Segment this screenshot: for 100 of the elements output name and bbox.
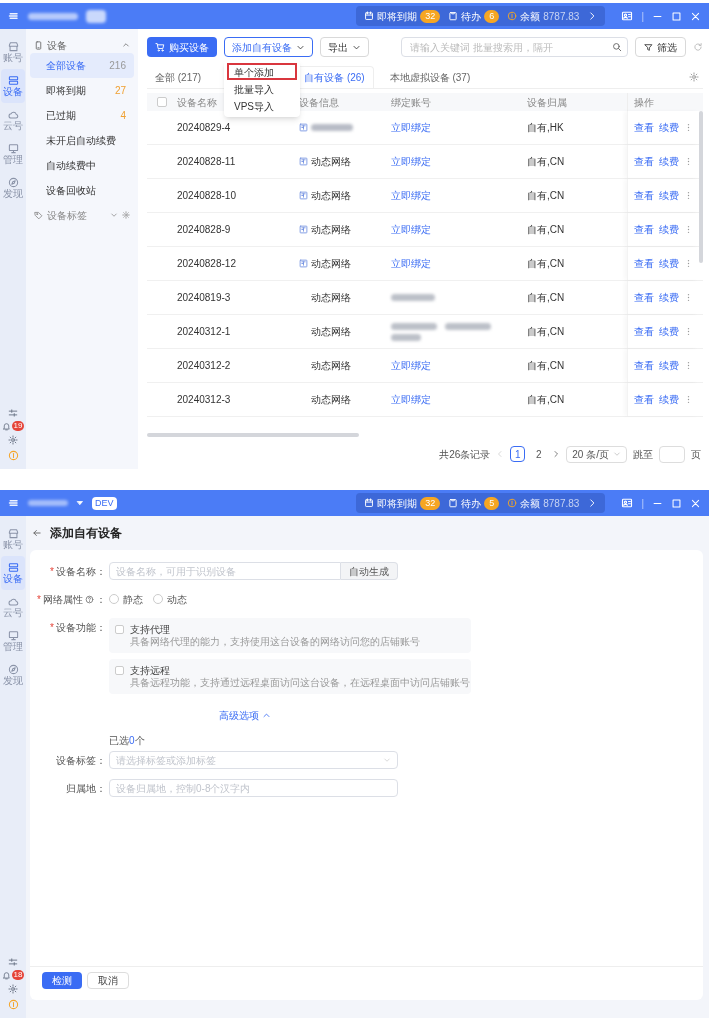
- menu-item[interactable]: 单个添加: [227, 63, 297, 80]
- export-dropdown[interactable]: 导出: [320, 37, 369, 57]
- renew-link[interactable]: 续费: [659, 324, 679, 339]
- page-button[interactable]: 2: [531, 446, 547, 462]
- table-cell-text: 动态网络: [311, 291, 351, 305]
- table-cell: 自有,CN: [527, 326, 565, 337]
- table-cell-text: 动态网络: [311, 189, 351, 203]
- rail-item[interactable]: 设备: [1, 556, 25, 590]
- balance-amount: 8787.83: [543, 9, 580, 24]
- bind-link[interactable]: 立即绑定: [391, 358, 527, 373]
- check-button[interactable]: 检测: [42, 972, 82, 989]
- view-link[interactable]: 查看: [634, 120, 654, 135]
- table-cell-text: 动态网络: [311, 393, 351, 407]
- tab[interactable]: 本地虚拟设备 (37): [381, 66, 479, 88]
- column-header: 设备信息: [299, 95, 339, 110]
- renew-link[interactable]: 续费: [659, 256, 679, 271]
- auto-generate-button[interactable]: 自动生成: [341, 562, 398, 580]
- table-cell: 20240819-3: [177, 292, 231, 303]
- table-cell: 自有,HK: [527, 122, 564, 133]
- add-device-dropdown[interactable]: 添加自有设备: [224, 37, 313, 57]
- page-title: 添加自有设备: [50, 525, 122, 542]
- sidebar-item[interactable]: 全部设备 216: [30, 53, 134, 78]
- record-count: 共26条记录: [439, 447, 491, 462]
- rail-item[interactable]: 管理: [1, 137, 25, 171]
- label-colon: ：: [96, 592, 106, 607]
- table-cell-text: 动态网络: [311, 325, 351, 339]
- view-link[interactable]: 查看: [634, 290, 654, 305]
- table-cell: 20240828-10: [177, 190, 236, 201]
- rail-item[interactable]: 发现: [1, 171, 25, 205]
- rail-item[interactable]: 云号: [1, 103, 25, 137]
- column-header: 操作: [634, 95, 654, 110]
- sidebar-group[interactable]: 设备标签: [30, 207, 134, 223]
- sidebar-item[interactable]: 自动续费中: [30, 153, 134, 178]
- option-card[interactable]: 支持远程 具备远程功能，支持通过远程桌面访问这台设备，在远程桌面中访问店铺账号: [109, 659, 471, 694]
- field-label: 设备功能：: [56, 620, 106, 635]
- selected-count: 已选0个: [109, 734, 146, 748]
- status-label: 待办: [461, 9, 482, 24]
- page-button[interactable]: 1: [510, 446, 526, 462]
- table-cell: 自有,CN: [527, 394, 565, 405]
- menu-item[interactable]: VPS导入: [227, 97, 297, 114]
- table-cell-text: 动态网络: [311, 223, 351, 237]
- bind-link[interactable]: 立即绑定: [391, 154, 527, 169]
- view-link[interactable]: 查看: [634, 154, 654, 169]
- item-count: 216: [109, 59, 126, 73]
- view-link[interactable]: 查看: [634, 392, 654, 407]
- status-label: 即将到期: [377, 9, 418, 24]
- sidebar-item[interactable]: 已过期 4: [30, 103, 134, 128]
- rail-item[interactable]: 发现: [1, 658, 25, 692]
- bind-link[interactable]: 立即绑定: [391, 256, 527, 271]
- sidebar-group[interactable]: 设备: [30, 37, 134, 53]
- field-label: 网络属性: [43, 592, 83, 607]
- table-cell: 20240312-2: [177, 360, 231, 371]
- view-link[interactable]: 查看: [634, 358, 654, 373]
- rail-item[interactable]: 云号: [1, 590, 25, 624]
- view-link[interactable]: 查看: [634, 324, 654, 339]
- buy-button[interactable]: 购买设备: [147, 37, 217, 57]
- table-cell: 自有,CN: [527, 156, 565, 167]
- table-cell: 20240829-4: [177, 122, 231, 133]
- page-size-dropdown[interactable]: 20 条/页: [566, 445, 627, 463]
- bind-link[interactable]: 立即绑定: [391, 222, 527, 237]
- rail-item[interactable]: 管理: [1, 624, 25, 658]
- view-link[interactable]: 查看: [634, 256, 654, 271]
- column-header: 绑定账号: [391, 95, 431, 110]
- bind-link[interactable]: 立即绑定: [391, 392, 527, 407]
- sidebar-item[interactable]: 即将到期 27: [30, 78, 134, 103]
- required-mark: *: [50, 620, 54, 635]
- sidebar-item[interactable]: 未开启自动续费: [30, 128, 134, 153]
- radio-label: 动态: [167, 592, 187, 607]
- renew-link[interactable]: 续费: [659, 222, 679, 237]
- view-link[interactable]: 查看: [634, 188, 654, 203]
- view-link[interactable]: 查看: [634, 222, 654, 237]
- renew-link[interactable]: 续费: [659, 188, 679, 203]
- status-label: 即将到期: [377, 496, 418, 511]
- renew-link[interactable]: 续费: [659, 290, 679, 305]
- table-cell: 20240828-11: [177, 156, 236, 167]
- table-cell: 20240312-3: [177, 394, 231, 405]
- tab[interactable]: 全部 (217): [147, 66, 210, 88]
- sidebar-item[interactable]: 设备回收站: [30, 178, 134, 203]
- rail-item[interactable]: 设备: [1, 69, 25, 103]
- filter-button[interactable]: 筛选: [635, 37, 686, 57]
- menu-item[interactable]: 批量导入: [227, 80, 297, 97]
- renew-link[interactable]: 续费: [659, 392, 679, 407]
- bind-link[interactable]: 立即绑定: [391, 188, 527, 203]
- renew-link[interactable]: 续费: [659, 358, 679, 373]
- renew-link[interactable]: 续费: [659, 120, 679, 135]
- field-label: 设备名称：: [56, 564, 106, 579]
- table-cell: 自有,CN: [527, 360, 565, 371]
- option-title: 支持代理: [130, 623, 171, 636]
- advanced-options-toggle[interactable]: 高级选项: [219, 708, 271, 723]
- renew-link[interactable]: 续费: [659, 154, 679, 169]
- title-divider: |: [641, 496, 644, 511]
- status-label: 余额: [520, 496, 541, 511]
- option-card[interactable]: 支持代理 具备网络代理的能力，支持使用这台设备的网络访问您的店铺账号: [109, 618, 471, 653]
- required-mark: *: [50, 564, 54, 579]
- table-cell: 自有,CN: [527, 224, 565, 235]
- bind-link[interactable]: 立即绑定: [391, 120, 527, 135]
- item-count: 27: [114, 84, 126, 98]
- cancel-button[interactable]: 取消: [87, 972, 129, 989]
- rail-item[interactable]: 账号: [1, 522, 25, 556]
- rail-item[interactable]: 账号: [1, 35, 25, 69]
